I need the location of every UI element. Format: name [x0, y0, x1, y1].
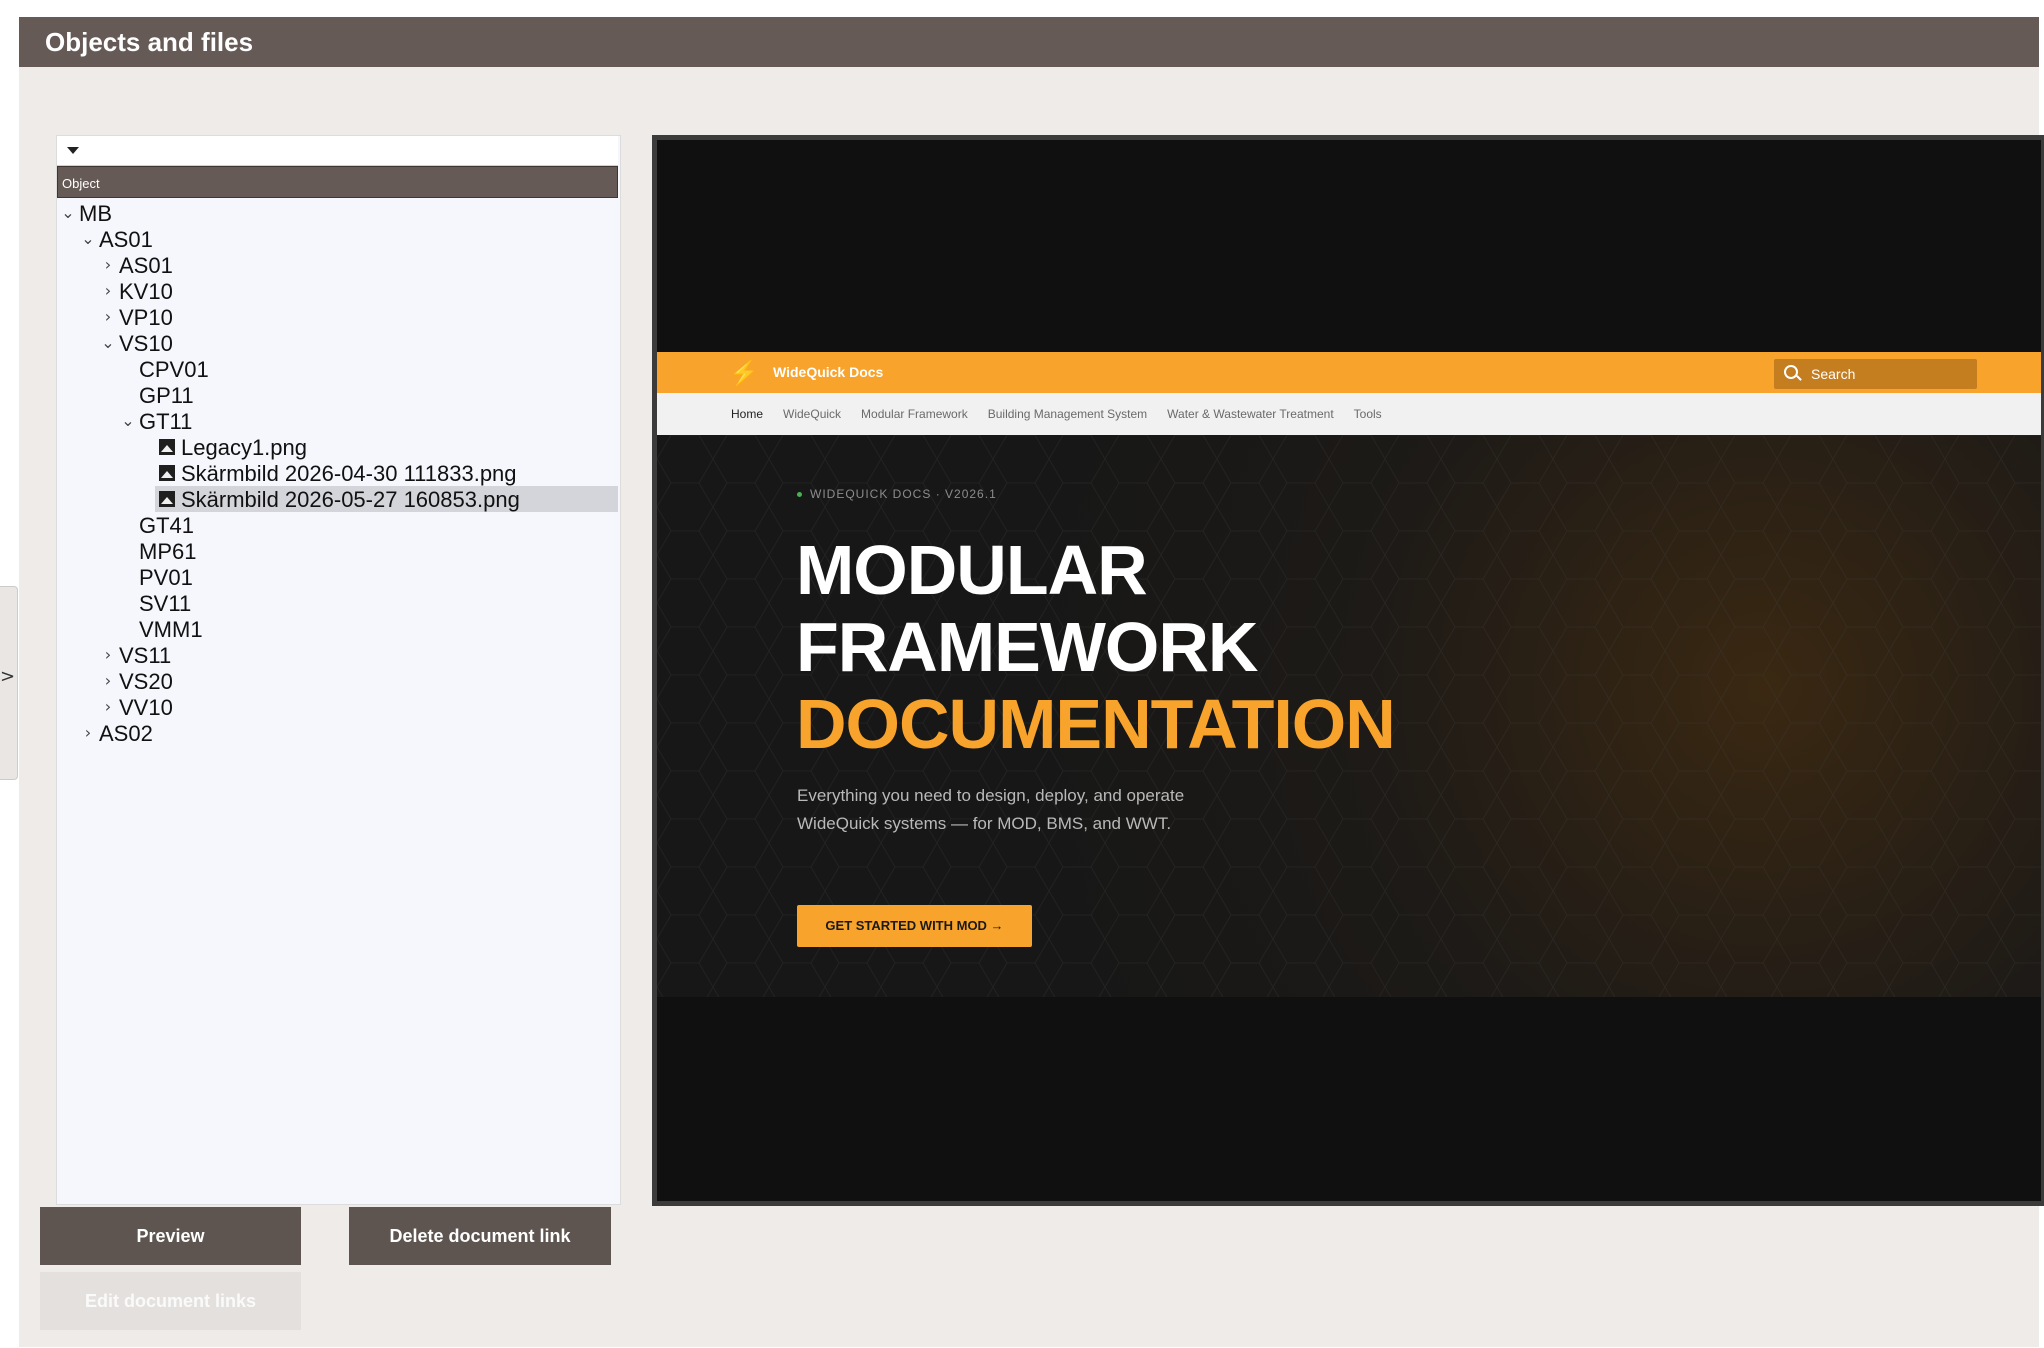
- tree-node-label: Legacy1.png: [181, 435, 307, 460]
- preview-breadcrumb: WIDEQUICK DOCS · V2026.1: [797, 487, 997, 501]
- delete-document-link-button[interactable]: Delete document link: [349, 1207, 611, 1265]
- window-title: Objects and files: [45, 27, 254, 57]
- preview-search-box: Search: [1774, 359, 1977, 389]
- tree-node-label: VP10: [119, 305, 173, 330]
- expand-chevron-icon[interactable]: ›: [101, 645, 115, 664]
- object-column-header[interactable]: Object: [57, 166, 618, 198]
- tree-node-label: KV10: [119, 279, 173, 304]
- expand-chevron-icon[interactable]: ›: [101, 281, 115, 300]
- tree-node-label: MP61: [139, 539, 197, 564]
- preview-description: Everything you need to design, deploy, a…: [797, 786, 1185, 833]
- tree-file-node[interactable]: Skärmbild 2026-04-30 111833.png: [57, 460, 618, 486]
- tree-node[interactable]: GP11: [57, 382, 618, 408]
- headline-line-2: FRAMEWORK: [796, 608, 1258, 686]
- preview-nav-link: Water & Wastewater Treatment: [1167, 407, 1334, 421]
- headline-line-3: DOCUMENTATION: [796, 685, 1396, 763]
- image-file-icon: [159, 491, 175, 507]
- crumb-left: WIDEQUICK DOCS: [810, 487, 932, 501]
- image-file-icon: [159, 439, 175, 455]
- collapse-chevron-icon[interactable]: ⌄: [61, 203, 75, 222]
- headline-line-1: MODULAR: [796, 531, 1148, 609]
- tree-node-label: SV11: [139, 591, 192, 616]
- tree-node[interactable]: SV11: [57, 590, 618, 616]
- tree-node-label: VS10: [119, 331, 173, 356]
- preview-nav-link: Tools: [1353, 407, 1382, 421]
- preview-hero: WIDEQUICK DOCS · V2026.1 MODULAR FRAMEWO…: [657, 435, 2041, 997]
- tree-node-label: VV10: [119, 695, 173, 720]
- tree-node[interactable]: › VP10: [57, 304, 618, 330]
- tree-node-label: AS01: [119, 253, 173, 278]
- preview-brand: WideQuick Docs: [773, 364, 884, 380]
- tree-file-node[interactable]: Skärmbild 2026-05-27 160853.png: [57, 486, 618, 512]
- tree-node[interactable]: ⌄ AS01: [57, 226, 618, 252]
- tree-node[interactable]: ⌄ MB: [57, 200, 618, 226]
- dropdown-caret-icon: [67, 147, 79, 154]
- preview-nav-bar: Home WideQuick Modular Framework Building M…: [657, 393, 2041, 435]
- preview-cta-button: GET STARTED WITH MOD →: [797, 905, 1032, 947]
- tree-node[interactable]: GT41: [57, 512, 618, 538]
- crumb-sep: ·: [935, 487, 941, 501]
- tree-node[interactable]: › VS20: [57, 668, 618, 694]
- tree-node-label: AS01: [99, 227, 153, 252]
- tree-node-label: Skärmbild 2026-05-27 160853.png: [181, 487, 520, 512]
- tree-node[interactable]: › KV10: [57, 278, 618, 304]
- title-bar: Objects and files: [19, 17, 2039, 67]
- preview-button[interactable]: Preview: [40, 1207, 301, 1265]
- tree-node[interactable]: MP61: [57, 538, 618, 564]
- tree-node[interactable]: › VS11: [57, 642, 618, 668]
- image-file-icon: [159, 465, 175, 481]
- tree-node-label: VMM1: [139, 617, 203, 642]
- preview-image: ⚡ WideQuick Docs Search Home WideQuick Mod…: [657, 352, 2041, 997]
- preview-nav-link: Modular Framework: [861, 407, 968, 421]
- object-tree-panel: Object ⌄ MB ⌄ AS01 › AS01 › KV10 › VP10 ⌄ VS10 CPV01…: [56, 135, 621, 1205]
- tree-node-label: VS11: [119, 643, 172, 668]
- status-dot-icon: [797, 492, 802, 498]
- tree-node[interactable]: › AS02: [57, 720, 618, 746]
- tree-node-label: AS02: [99, 721, 153, 746]
- search-icon: [1784, 365, 1798, 379]
- column-header-label: Object: [62, 176, 100, 191]
- tree-node[interactable]: › AS01: [57, 252, 618, 278]
- tree-node-label: Skärmbild 2026-04-30 111833.png: [181, 461, 517, 486]
- crumb-version: V2026.1: [945, 487, 997, 501]
- preview-nav-links: Home WideQuick Modular Framework Building M…: [731, 407, 1382, 421]
- tree-node-label: PV01: [139, 565, 193, 590]
- tree-node-label: GT41: [139, 513, 195, 538]
- preview-nav-link: Building Management System: [987, 407, 1148, 421]
- file-preview-pane: ⚡ WideQuick Docs Search Home WideQuick Mod…: [652, 135, 2044, 1206]
- tree-file-node[interactable]: Legacy1.png: [57, 434, 618, 460]
- expand-chevron-icon[interactable]: ›: [101, 671, 115, 690]
- object-filter-dropdown[interactable]: [57, 136, 618, 166]
- expand-chevron-icon[interactable]: ›: [101, 697, 115, 716]
- tree-node[interactable]: PV01: [57, 564, 618, 590]
- tree-node-label: CPV01: [139, 357, 209, 382]
- expand-chevron-icon[interactable]: ›: [101, 307, 115, 326]
- collapse-chevron-icon[interactable]: ⌄: [81, 229, 95, 248]
- lightning-icon: ⚡: [729, 360, 759, 387]
- tree-node[interactable]: ⌄ GT11: [57, 408, 618, 434]
- tree-node[interactable]: CPV01: [57, 356, 618, 382]
- edit-document-links-button: Edit document links: [40, 1272, 301, 1330]
- expand-arrow-icon[interactable]: >: [0, 666, 15, 687]
- tree-node[interactable]: ⌄ VS10: [57, 330, 618, 356]
- preview-header-bar: ⚡ WideQuick Docs Search: [657, 352, 2041, 393]
- expand-chevron-icon[interactable]: ›: [81, 723, 95, 742]
- preview-nav-link: Home: [731, 407, 764, 421]
- tree-node-label: MB: [79, 201, 112, 226]
- objects-files-window: Objects and files Object ⌄ MB ⌄ AS01 › AS01 › K…: [19, 17, 2044, 1347]
- collapse-chevron-icon[interactable]: ⌄: [121, 411, 135, 430]
- tree-node-label: VS20: [119, 669, 173, 694]
- tree-node-label: GP11: [139, 383, 194, 408]
- tree-node[interactable]: VMM1: [57, 616, 618, 642]
- expand-chevron-icon[interactable]: ›: [101, 255, 115, 274]
- tree-node[interactable]: › VV10: [57, 694, 618, 720]
- collapse-chevron-icon[interactable]: ⌄: [101, 333, 115, 352]
- tree-node-label: GT11: [139, 409, 193, 434]
- object-tree: ⌄ MB ⌄ AS01 › AS01 › KV10 › VP10 ⌄ VS10 CPV01 GP11 ⌄ GT…: [57, 200, 618, 746]
- preview-search-label: Search: [1811, 366, 1856, 382]
- preview-nav-link: WideQuick: [783, 407, 842, 421]
